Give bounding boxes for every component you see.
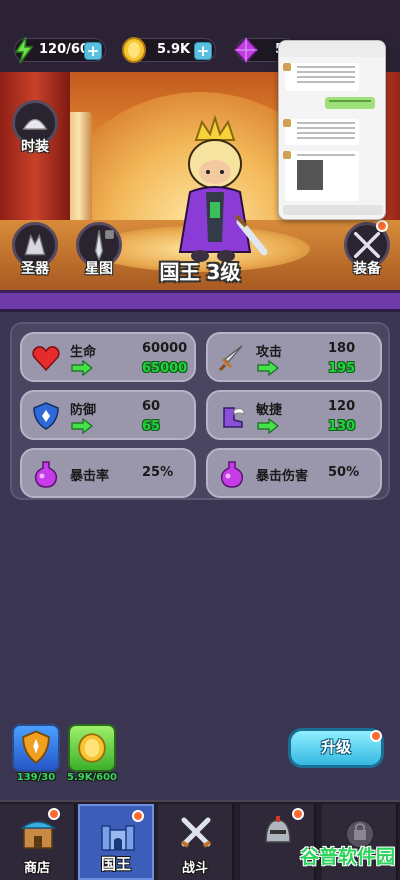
coin-counter: 5.9K + [122,37,216,63]
stat-current: 60000 [142,341,188,356]
energy-value: 120/60 [39,42,89,57]
notification-dot [132,810,144,822]
stat-next: 65000 [142,361,188,376]
stat-name: 攻击 [256,345,283,360]
stat-next: 195 [328,361,356,376]
stat-name: 生命 [70,345,97,360]
stat-attack: 攻击 180 195 [206,332,382,382]
stat-name: 暴击率 [70,469,110,484]
coin-item[interactable] [68,724,116,772]
stats-panel: 生命 60000 65000 攻击 180 195 防御 60 65 敏捷 12… [10,322,390,500]
decorative-band [0,290,400,312]
tab-label: 商店 [23,861,50,876]
stat-current: 120 [328,399,356,414]
stat-next: 130 [328,419,356,434]
crossed-swords-icon [180,817,212,848]
crit-flask-icon [220,461,244,488]
tab-shop[interactable]: 商店 [0,804,76,880]
upgrade-arrow-icon [257,418,279,434]
stat-crit-rate: 暴击率 25% [20,448,196,498]
chat-header [279,41,385,57]
coin-count: 5.9K/600 [67,772,117,783]
notification-dot [370,730,382,742]
tab-label: 国王 [100,855,131,873]
upgrade-arrow-icon [257,360,279,376]
king-character[interactable] [160,112,270,272]
stat-name: 敏捷 [256,403,283,418]
chat-overlay-window[interactable] [278,40,386,220]
helmet-icon [265,816,291,843]
stat-defense: 防御 60 65 [20,390,196,440]
stat-hp: 生命 60000 65000 [20,332,196,382]
stat-next: 65 [142,419,161,434]
upgrade-arrow-icon [71,360,93,376]
shield-badge-icon [22,730,50,764]
chat-input[interactable] [283,205,383,215]
chat-image-message [283,151,359,201]
tab-label: 战斗 [181,861,208,876]
king-level-title: 国王 3级 [159,260,241,284]
energy-counter: 120/60 + [14,36,106,64]
coin-icon [78,733,106,763]
notification-dot [292,808,304,820]
stat-current: 25% [142,465,174,480]
coin-value: 5.9K [157,42,191,57]
stat-name: 防御 [70,403,97,418]
tab-battle[interactable]: 战斗 [158,804,234,880]
gem-icon [233,36,259,64]
notification-dot [48,808,60,820]
chat-message [283,63,359,91]
stat-current: 50% [328,465,360,480]
stat-agility: 敏捷 120 130 [206,390,382,440]
tab-king[interactable]: 国王 [78,804,154,880]
wing-boot-icon [223,407,245,428]
chat-message [283,119,359,145]
costume-label: 时装 [21,139,49,155]
sword-icon [218,345,243,372]
stat-name: 暴击伤害 [256,469,309,484]
watermark: 谷普软件园 [300,846,396,868]
add-coins-button[interactable]: + [194,42,212,60]
heart-icon [32,346,60,372]
upgrade-arrow-icon [71,418,93,434]
chat-message [325,97,375,109]
add-energy-button[interactable]: + [84,42,102,60]
stat-current: 60 [142,399,161,414]
shield-icon [33,402,59,430]
shield-badge-count: 139/30 [16,772,56,783]
stat-current: 180 [328,341,356,356]
stat-crit-damage: 暴击伤害 50% [206,448,382,498]
crit-flask-icon [34,461,58,488]
shield-badge-item[interactable] [12,724,60,772]
castle-icon [101,825,135,851]
lightning-icon [14,36,34,64]
costume-button[interactable]: 时装 [10,100,60,164]
notification-dot [376,220,388,232]
coin-icon [122,37,146,63]
